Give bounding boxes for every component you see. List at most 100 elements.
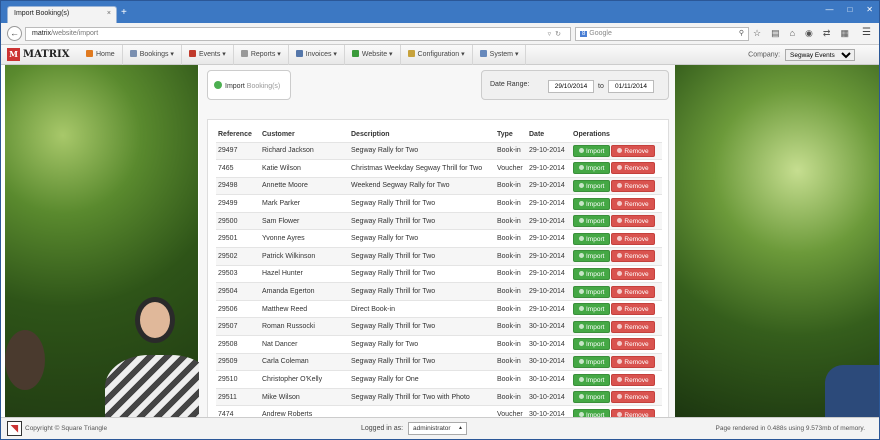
import-button-label: Import [586,165,605,173]
window-close-icon[interactable]: ✕ [866,5,873,14]
nav-item-bookings[interactable]: Bookings ▾ [123,45,182,65]
remove-button-label: Remove [624,147,649,155]
search-icon[interactable]: ⚲ [739,29,744,37]
app-brand[interactable]: M MATRIX [7,48,69,61]
addon-icon[interactable]: ◉ [805,28,813,39]
table-row: 29500 Sam Flower Segway Rally Thrill for T… [216,211,662,230]
cell-reference: 29510 [216,370,260,389]
nav-item-invoices[interactable]: Invoices ▾ [289,45,345,65]
nav-item-events[interactable]: Events ▾ [182,45,234,65]
import-button[interactable]: Import [573,320,611,333]
home-icon[interactable]: ⌂ [790,28,795,39]
search-engine-icon[interactable]: 8 [580,31,588,37]
browser-tab[interactable]: Import Booking(s) × [7,6,117,23]
back-icon[interactable]: ← [7,26,22,41]
remove-button[interactable]: Remove [611,285,655,298]
table-row: 29511 Mike Wilson Segway Rally Thrill for … [216,387,662,406]
invoices-icon [295,50,303,57]
date-from-input[interactable] [548,80,594,93]
import-button-label: Import [586,306,605,314]
remove-button[interactable]: Remove [611,250,655,263]
remove-button[interactable]: Remove [611,338,655,351]
import-button[interactable]: Import [573,373,611,386]
cell-date: 29-10-2014 [527,211,571,230]
import-button[interactable]: Import [573,179,611,192]
remove-button[interactable]: Remove [611,303,655,316]
import-icon [579,288,584,294]
import-button[interactable]: Import [573,303,611,316]
logged-in-label: Logged in as: [361,425,404,432]
new-tab-icon[interactable]: + [121,8,127,18]
remove-button[interactable]: Remove [611,197,655,210]
cell-reference: 29508 [216,335,260,354]
company-selector: Company: Segway Events [748,49,855,61]
import-icon [579,341,584,347]
menu-icon[interactable]: ☰ [862,27,871,38]
cell-date: 29-10-2014 [527,194,571,213]
remove-button[interactable]: Remove [611,232,655,245]
address-bar[interactable]: matrix/website/import ▿↻ [25,27,571,41]
remove-button[interactable]: Remove [611,215,655,228]
search-placeholder: Google [589,30,612,37]
cell-date: 29-10-2014 [527,247,571,266]
cell-customer: Katie Wilson [260,159,349,178]
nav-item-website[interactable]: Website ▾ [345,45,401,65]
import-button[interactable]: Import [573,144,611,157]
import-button[interactable]: Import [573,285,611,298]
close-tab-icon[interactable]: × [107,10,111,17]
import-button[interactable]: Import [573,338,611,351]
dropdown-arrow-icon[interactable]: ▿ [548,31,556,38]
remove-icon [617,218,623,224]
remove-button-label: Remove [624,182,649,190]
nav-item-label: System ▾ [489,51,519,58]
date-to-input[interactable] [608,80,654,93]
nav-item-label: Invoices ▾ [305,51,337,58]
remove-button[interactable]: Remove [611,162,655,175]
home-icon [86,50,93,57]
header-type: Type [497,131,513,139]
nav-item-label: Configuration ▾ [417,51,465,58]
remove-button[interactable]: Remove [611,355,655,368]
import-icon [214,81,222,89]
import-button[interactable]: Import [573,391,611,404]
reload-icon[interactable]: ↻ [555,31,565,38]
star-icon[interactable]: ☆ [753,28,761,39]
cell-operations: Import Remove [571,247,662,266]
sync-icon[interactable]: ⇄ [823,28,831,39]
import-button-label: Import [586,376,605,384]
nav-item-system[interactable]: System ▾ [473,45,527,65]
search-box[interactable]: 8 Google ⚲ [575,27,749,41]
bookings-icon [129,50,137,57]
cell-description: Segway Rally Thrill for Two [349,211,495,230]
user-dropdown[interactable]: administrator ▲ [408,422,467,435]
import-button[interactable]: Import [573,355,611,368]
import-button[interactable]: Import [573,232,611,245]
nav-item-home[interactable]: Home [79,45,123,65]
import-button[interactable]: Import [573,215,611,228]
cell-date: 30-10-2014 [527,387,571,406]
bookmarks-icon[interactable]: ▤ [771,28,780,39]
minimize-icon[interactable]: — [825,5,833,14]
remove-button[interactable]: Remove [611,144,655,157]
import-button[interactable]: Import [573,267,611,280]
remove-button-label: Remove [624,306,649,314]
nav-item-configuration[interactable]: Configuration ▾ [401,45,473,65]
remove-button[interactable]: Remove [611,267,655,280]
import-button[interactable]: Import [573,162,611,175]
background-photo-left [5,65,215,417]
remove-button[interactable]: Remove [611,373,655,386]
import-button[interactable]: Import [573,250,611,263]
remove-button[interactable]: Remove [611,320,655,333]
import-button[interactable]: Import [573,197,611,210]
cell-date: 30-10-2014 [527,335,571,354]
extension-icon[interactable]: ▦ [840,28,849,39]
company-select[interactable]: Segway Events [785,49,855,61]
maximize-icon[interactable]: □ [847,5,852,14]
remove-button[interactable]: Remove [611,408,655,417]
remove-button[interactable]: Remove [611,179,655,192]
import-button-label: Import [586,270,605,278]
nav-item-reports[interactable]: Reports ▾ [234,45,289,65]
website-icon [351,50,359,57]
remove-button[interactable]: Remove [611,391,655,404]
import-button[interactable]: Import [573,408,611,417]
